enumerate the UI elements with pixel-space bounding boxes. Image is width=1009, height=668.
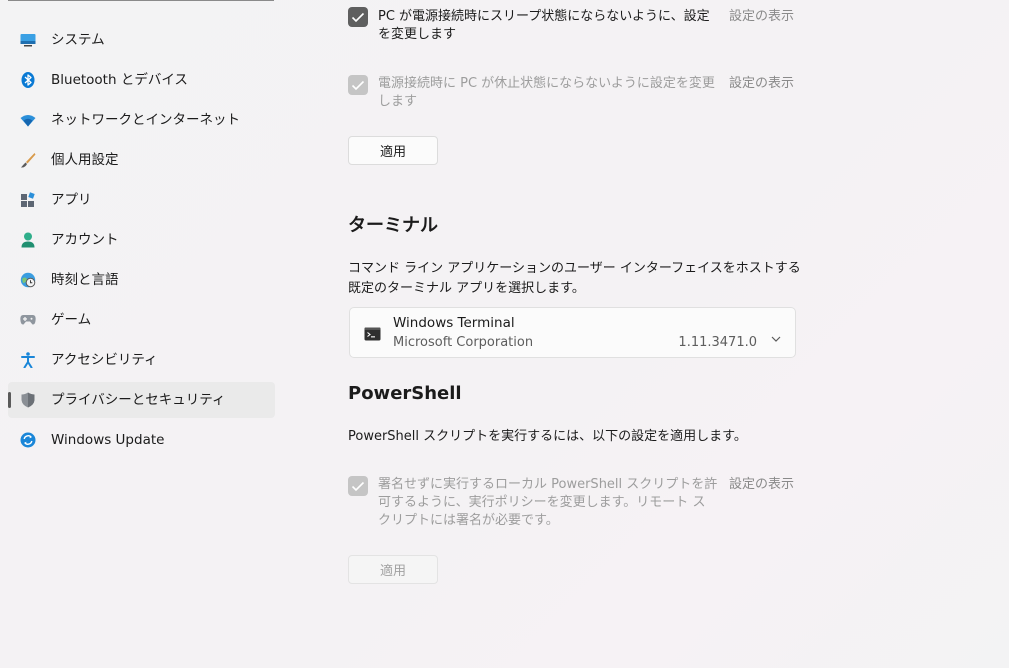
sidebar-item-label: アプリ	[51, 192, 92, 208]
person-icon	[20, 232, 36, 248]
terminal-description: コマンド ライン アプリケーションのユーザー インターフェイスをホストする既定の…	[348, 261, 801, 296]
sidebar-item-label: ネットワークとインターネット	[51, 112, 240, 128]
powershell-apply-button: 適用	[348, 555, 438, 584]
sidebar-item-accessibility[interactable]: アクセシビリティ	[8, 342, 275, 378]
settings-window: システム Bluetooth とデバイス ネットワークとインターネット 個人用設…	[0, 0, 1009, 668]
powershell-section-title: PowerShell	[348, 383, 462, 404]
terminal-icon	[364, 326, 381, 341]
terminal-section-title: ターミナル	[348, 215, 438, 236]
gamepad-icon	[20, 312, 36, 328]
sidebar-item-label: 時刻と言語	[51, 272, 119, 288]
sidebar-item-privacy-security[interactable]: プライバシーとセキュリティ	[8, 382, 275, 418]
powershell-description: PowerShell スクリプトを実行するには、以下の設定を適用します。	[348, 429, 747, 444]
main-content: PC が電源接続時にスリープ状態にならないように、設定を変更します 設定の表示 …	[348, 0, 801, 668]
checkmark-icon	[351, 80, 365, 90]
execution-policy-label: 署名せずに実行するローカル PowerShell スクリプトを許可するように、実…	[378, 477, 718, 528]
terminal-app-name: Windows Terminal	[393, 315, 515, 331]
sidebar-item-network[interactable]: ネットワークとインターネット	[8, 102, 275, 138]
sidebar-nav: システム Bluetooth とデバイス ネットワークとインターネット 個人用設…	[8, 22, 275, 462]
sidebar-item-label: システム	[51, 32, 105, 48]
terminal-app-dropdown[interactable]: Windows Terminal Microsoft Corporation 1…	[349, 307, 796, 358]
hibernate-show-settings-link[interactable]: 設定の表示	[729, 75, 794, 93]
checkmark-icon	[351, 481, 365, 491]
sidebar-item-accounts[interactable]: アカウント	[8, 222, 275, 258]
sidebar-item-windows-update[interactable]: Windows Update	[8, 422, 275, 458]
sleep-on-power-label: PC が電源接続時にスリープ状態にならないように、設定を変更します	[378, 9, 710, 42]
bluetooth-icon	[20, 72, 36, 88]
hibernate-on-power-label: 電源接続時に PC が休止状態にならないように設定を変更します	[378, 76, 715, 109]
terminal-app-version: 1.11.3471.0	[678, 335, 757, 350]
sidebar-item-personalization[interactable]: 個人用設定	[8, 142, 275, 178]
sidebar-item-label: アカウント	[51, 232, 119, 248]
search-box-edge	[8, 0, 274, 1]
sidebar-item-label: 個人用設定	[51, 152, 119, 168]
terminal-app-publisher: Microsoft Corporation	[393, 335, 534, 350]
wifi-icon	[20, 112, 36, 128]
sidebar-item-label: Windows Update	[51, 432, 165, 448]
execution-policy-show-settings-link[interactable]: 設定の表示	[729, 476, 794, 494]
power-apply-button[interactable]: 適用	[348, 136, 438, 165]
checkmark-icon	[351, 12, 365, 22]
sidebar-item-time-language[interactable]: 時刻と言語	[8, 262, 275, 298]
sleep-show-settings-link[interactable]: 設定の表示	[729, 8, 794, 26]
apps-icon	[20, 192, 36, 208]
globe-clock-icon	[20, 272, 36, 288]
shield-icon	[20, 392, 36, 408]
sidebar-item-system[interactable]: システム	[8, 22, 275, 58]
hibernate-on-power-checkbox	[348, 75, 368, 95]
execution-policy-checkbox	[348, 476, 368, 496]
sleep-on-power-checkbox[interactable]	[348, 7, 368, 27]
sidebar-item-label: プライバシーとセキュリティ	[51, 392, 226, 408]
sidebar-item-label: ゲーム	[51, 312, 92, 328]
sync-icon	[20, 432, 36, 448]
sidebar-item-label: アクセシビリティ	[51, 352, 158, 368]
sidebar-item-label: Bluetooth とデバイス	[51, 72, 188, 88]
sidebar-item-gaming[interactable]: ゲーム	[8, 302, 275, 338]
sidebar-item-bluetooth[interactable]: Bluetooth とデバイス	[8, 62, 275, 98]
monitor-icon	[20, 32, 36, 48]
brush-icon	[20, 152, 36, 168]
sidebar-item-apps[interactable]: アプリ	[8, 182, 275, 218]
accessibility-icon	[20, 352, 36, 368]
chevron-down-icon	[771, 328, 781, 342]
